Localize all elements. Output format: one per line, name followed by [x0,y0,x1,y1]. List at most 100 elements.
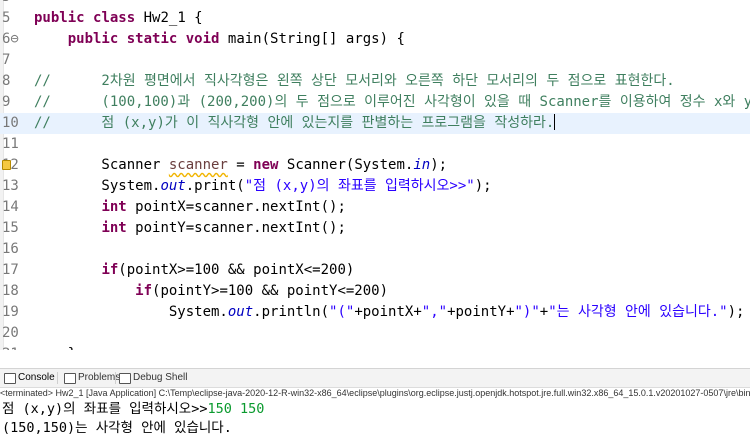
code-line[interactable]: 5 public class Hw2_1 { [0,8,750,29]
code-line[interactable]: 11 [0,134,750,155]
line-number: 19 [2,304,19,320]
code-token: ); [474,178,492,194]
code-token: ); [430,157,448,173]
console-status-line: <terminated> Hw2_1 [Java Application] C:… [0,388,750,398]
line-number: 16 [2,241,19,257]
code-line[interactable]: 19 System.out.println("("+pointX+","+poi… [0,302,750,323]
code-token: static [126,31,178,47]
code-line[interactable]: 18 if(pointY>=100 && pointY<=200) [0,281,750,302]
tab-separator [115,372,116,384]
tab-console[interactable]: Console [4,371,55,385]
code-line[interactable]: 5 [0,0,750,8]
code-token: if [101,262,119,278]
debug-shell-icon [119,373,131,384]
code-token: + [539,304,549,320]
code-token: (pointY>=100 && pointY<=200) [152,283,389,299]
line-number: 20 [2,325,19,341]
code-token: int [101,199,127,215]
code-token: // 2차원 평면에서 직사각형은 왼쪽 상단 모서리와 오른쪽 하단 모서리의… [34,73,675,89]
code-text: // (100,100)과 (200,200)의 두 점으로 이루어진 사각형이… [34,92,750,113]
code-token: System. [34,304,228,320]
line-number: 21 [2,344,28,350]
console-line: 점 (x,y)의 좌표를 입력하시오>>150 150 [2,400,264,419]
code-token: Hw2_1 { [135,10,203,26]
code-token: // (100,100)과 (200,200)의 두 점으로 이루어진 사각형이… [34,94,750,110]
tab-console-label: Console [18,372,55,383]
code-token: .print( [185,178,245,194]
problems-icon [64,373,76,384]
console-output[interactable]: 점 (x,y)의 좌표를 입력하시오>>150 150 (150,150)는 사… [0,400,750,442]
code-text: public static void main(String[] args) { [34,29,405,50]
code-token: scanner [168,157,228,173]
tab-debug-shell[interactable]: Debug Shell [119,371,187,385]
code-token: "," [421,304,448,320]
line-number: 15 [2,220,19,236]
code-editor[interactable]: 55public class Hw2_1 {6⊖ public static v… [0,0,750,350]
code-line[interactable]: 9 // (100,100)과 (200,200)의 두 점으로 이루어진 사각형… [0,92,750,113]
code-token: public [67,31,119,47]
code-text: System.out.println("("+pointX+","+pointY… [34,302,745,323]
line-number: 14 [2,199,19,215]
code-token: main(String[] args) { [219,31,405,47]
code-line[interactable]: 12 Scanner scanner = new Scanner(System.… [0,155,750,176]
code-line[interactable]: 13 System.out.print("점 (x,y)의 좌표를 입력하시오>… [0,176,750,197]
code-line[interactable]: 10 // 점 (x,y)가 이 직사각형 안에 있는지를 판별하는 프로그램을 … [0,113,750,134]
console-line: (150,150)는 사각형 안에 있습니다. [2,419,232,438]
code-token: = [227,157,254,173]
line-number: 17 [2,262,19,278]
line-number: 9 [2,94,11,110]
code-token: "점 (x,y)의 좌표를 입력하시오>>" [244,178,475,194]
code-token: in [413,157,431,173]
code-token: void [185,31,220,47]
code-token: +pointX+ [354,304,422,320]
console-tab-bar: Console Problems Debug Shell [0,368,750,388]
line-number: 18 [2,283,19,299]
code-text: Scanner scanner = new Scanner(System.in)… [34,155,447,176]
code-token: if [135,283,153,299]
code-token: ); [727,304,745,320]
code-token: (pointX>=100 && pointX<=200) [118,262,355,278]
code-token: "(" [329,304,355,320]
code-text: if(pointY>=100 && pointY<=200) [34,281,388,302]
code-line[interactable]: 14 int pointX=scanner.nextInt(); [0,197,750,218]
code-token: ")" [514,304,540,320]
line-number: 5 [2,0,28,8]
code-token: .println( [253,304,330,320]
code-token: out [160,178,186,194]
code-text: // 2차원 평면에서 직사각형은 왼쪽 상단 모서리와 오른쪽 하단 모서리의… [34,71,675,92]
code-line[interactable]: 20 [0,323,750,344]
code-token: } [34,346,76,350]
code-token: Scanner(System. [278,157,414,173]
console-result: (150,150)는 사각형 안에 있습니다. [2,420,232,436]
line-number: 6⊖ [2,31,19,47]
code-line[interactable]: 16 [0,239,750,260]
code-line[interactable]: 8 // 2차원 평면에서 직사각형은 왼쪽 상단 모서리와 오른쪽 하단 모서리… [0,71,750,92]
code-token: +pointY+ [447,304,515,320]
line-number: 13 [2,178,19,194]
tab-separator [57,372,58,384]
code-token: pointY=scanner.nextInt(); [126,220,346,236]
code-line[interactable]: 6⊖ public static void main(String[] args… [0,29,750,50]
console-prompt: 점 (x,y)의 좌표를 입력하시오>> [2,401,208,417]
code-text: public class Hw2_1 { [34,8,203,29]
code-line[interactable]: 7 [0,50,750,71]
tab-debug-shell-label: Debug Shell [133,372,188,383]
line-number: 8 [2,73,11,89]
code-token: out [227,304,254,320]
code-line[interactable]: 17 if(pointX>=100 && pointX<=200) [0,260,750,281]
tab-problems[interactable]: Problems [64,371,120,385]
code-text: int pointX=scanner.nextInt(); [34,197,345,218]
code-line[interactable]: 21 } [0,344,750,350]
code-token: "는 사각형 안에 있습니다." [548,304,728,320]
console-user-input: 150 150 [207,401,265,417]
warning-icon[interactable] [2,160,11,170]
code-line[interactable]: 15 int pointY=scanner.nextInt(); [0,218,750,239]
